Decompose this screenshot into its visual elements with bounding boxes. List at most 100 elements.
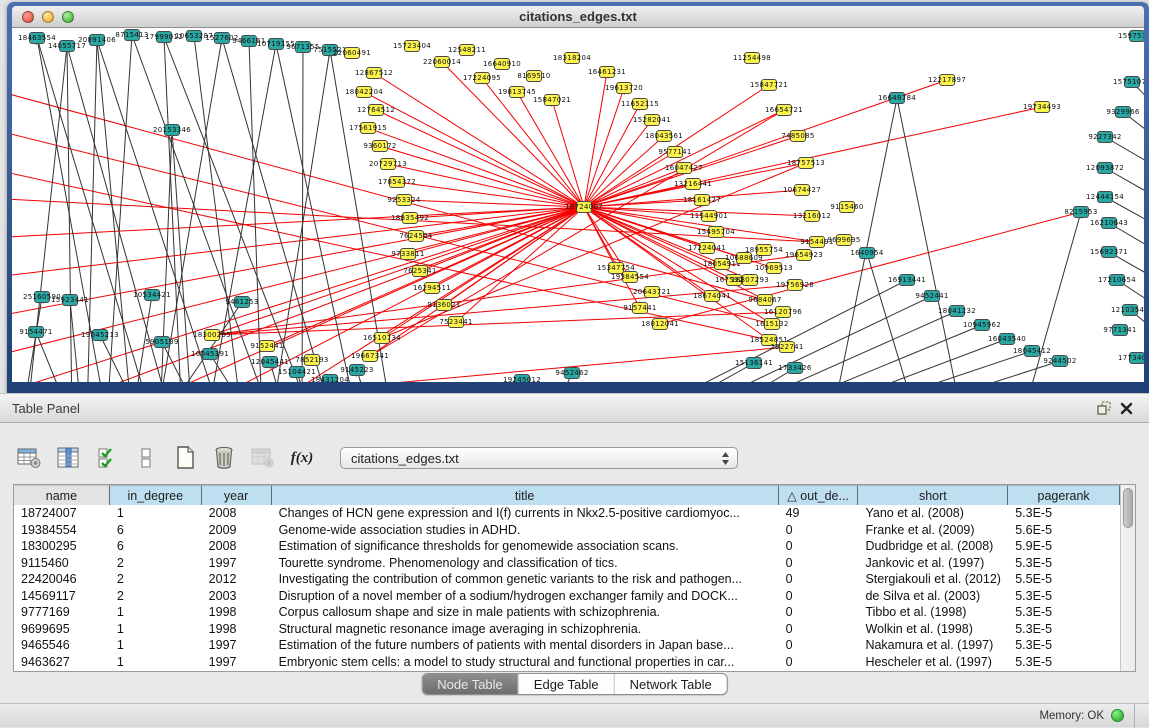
- table-cell[interactable]: 0: [779, 621, 859, 638]
- table-cell[interactable]: 0: [779, 555, 859, 572]
- graph-node[interactable]: 15136141: [746, 357, 762, 369]
- graph-node[interactable]: 18042204: [356, 86, 372, 98]
- table-mode-icon[interactable]: [16, 445, 42, 471]
- table-cell[interactable]: Changes of HCN gene expression and I(f) …: [272, 505, 779, 522]
- graph-node[interactable]: 20153346: [164, 124, 180, 136]
- table-cell[interactable]: 14569117: [14, 588, 110, 605]
- table-cell[interactable]: Jankovic et al. (1997): [858, 555, 1008, 572]
- graph-node[interactable]: 9136021: [436, 299, 452, 311]
- table-cell[interactable]: 1: [110, 621, 202, 638]
- graph-node[interactable]: 9115460: [839, 201, 855, 213]
- tab-edge-table[interactable]: Edge Table: [519, 674, 615, 694]
- table-cell[interactable]: 2: [110, 588, 202, 605]
- graph-node[interactable]: 22060491: [344, 47, 360, 59]
- graph-node[interactable]: 15692371: [1101, 246, 1117, 258]
- table-cell[interactable]: 9115460: [14, 555, 110, 572]
- graph-node[interactable]: 19613720: [616, 82, 632, 94]
- graph-edge[interactable]: [897, 98, 962, 382]
- graph-node[interactable]: 17999012: [156, 31, 172, 43]
- graph-edge[interactable]: [67, 46, 72, 382]
- graph-node[interactable]: 16640910: [494, 58, 510, 70]
- table-cell[interactable]: Stergiakouli et al. (2012): [858, 571, 1008, 588]
- table-cell[interactable]: 0: [779, 637, 859, 654]
- graph-node[interactable]: 12548211: [459, 44, 475, 56]
- graph-node[interactable]: 12093872: [1097, 162, 1113, 174]
- graph-node[interactable]: 13216012: [804, 210, 820, 222]
- table-cell[interactable]: Wolkin et al. (1998): [858, 621, 1008, 638]
- column-header-pagerank[interactable]: pagerank: [1008, 485, 1120, 505]
- table-row[interactable]: 969969511998Structural magnetic resonanc…: [14, 621, 1120, 638]
- graph-node[interactable]: 9699695: [836, 234, 852, 246]
- table-cell[interactable]: 5.6E-5: [1008, 522, 1120, 539]
- table-cell[interactable]: 22420046: [14, 571, 110, 588]
- graph-node[interactable]: 15751074: [1124, 76, 1140, 88]
- table-row[interactable]: 2242004622012Investigating the contribut…: [14, 571, 1120, 588]
- graph-node[interactable]: 20729713: [380, 158, 396, 170]
- graph-node[interactable]: 14055717: [59, 40, 75, 52]
- graph-node[interactable]: 18835492: [402, 212, 418, 224]
- graph-node[interactable]: 18318204: [564, 52, 580, 64]
- graph-node[interactable]: 20891406: [89, 34, 105, 46]
- table-cell[interactable]: 2: [110, 571, 202, 588]
- graph-edge[interactable]: [36, 332, 72, 382]
- table-cell[interactable]: 49: [779, 505, 859, 522]
- graph-node[interactable]: 19813745: [509, 86, 525, 98]
- table-cell[interactable]: 19384554: [14, 522, 110, 539]
- graph-node[interactable]: 10653287: [186, 30, 202, 42]
- table-row[interactable]: 911546021997Tourette syndrome. Phenomeno…: [14, 555, 1120, 572]
- graph-edge[interactable]: [100, 335, 142, 382]
- graph-node[interactable]: 11544901: [701, 210, 717, 222]
- graph-node[interactable]: 9452462: [564, 367, 580, 379]
- graph-node[interactable]: 16120796: [775, 306, 791, 318]
- table-cell[interactable]: 1: [110, 505, 202, 522]
- graph-node[interactable]: 17224041: [699, 242, 715, 254]
- graph-node[interactable]: 18807293: [742, 274, 758, 286]
- graph-node[interactable]: 1615132: [764, 318, 780, 330]
- graph-node[interactable]: 9360172: [372, 140, 388, 152]
- graph-node[interactable]: 12103544: [1122, 304, 1138, 316]
- table-cell[interactable]: 1997: [202, 555, 272, 572]
- graph-node[interactable]: 10688609: [736, 252, 752, 264]
- graph-node[interactable]: 8169510: [526, 70, 542, 82]
- graph-node[interactable]: 18300295: [204, 329, 220, 341]
- table-cell[interactable]: Investigating the contribution of common…: [272, 571, 779, 588]
- table-cell[interactable]: Corpus callosum shape and size in male p…: [272, 604, 779, 621]
- graph-node[interactable]: 9452441: [924, 290, 940, 302]
- graph-node[interactable]: 7625341: [412, 265, 428, 277]
- graph-node[interactable]: 8215953: [1073, 206, 1089, 218]
- table-cell[interactable]: 5.3E-5: [1008, 637, 1120, 654]
- table-cell[interactable]: Disruption of a novel member of a sodium…: [272, 588, 779, 605]
- graph-node[interactable]: 16047427: [676, 162, 692, 174]
- tab-node-table[interactable]: Node Table: [422, 674, 519, 694]
- table-cell[interactable]: 5.3E-5: [1008, 555, 1120, 572]
- graph-node[interactable]: 18724007: [576, 201, 592, 213]
- graph-node[interactable]: 18463554: [29, 32, 45, 44]
- table-cell[interactable]: Estimation of significance thresholds fo…: [272, 538, 779, 555]
- table-cell[interactable]: Estimation of the future numbers of pati…: [272, 637, 779, 654]
- column-header-short[interactable]: short: [858, 485, 1008, 505]
- table-row[interactable]: 1938455462009Genome-wide association stu…: [14, 522, 1120, 539]
- table-cell[interactable]: 5.5E-5: [1008, 571, 1120, 588]
- column-header-title[interactable]: title: [272, 485, 779, 505]
- graph-node[interactable]: 18041232: [949, 305, 965, 317]
- graph-node[interactable]: 17854372: [389, 176, 405, 188]
- graph-node[interactable]: 12764512: [368, 104, 384, 116]
- graph-edge[interactable]: [164, 37, 182, 382]
- graph-node[interactable]: 12045441: [262, 356, 278, 368]
- graph-node[interactable]: 15975341: [1129, 30, 1144, 42]
- table-cell[interactable]: 0: [779, 571, 859, 588]
- tab-network-table[interactable]: Network Table: [615, 674, 727, 694]
- table-cell[interactable]: 1: [110, 637, 202, 654]
- graph-node[interactable]: 7485085: [790, 130, 806, 142]
- table-cell[interactable]: 1998: [202, 604, 272, 621]
- graph-node[interactable]: 16043540: [999, 333, 1015, 345]
- table-cell[interactable]: 9699695: [14, 621, 110, 638]
- graph-node[interactable]: 9577141: [667, 146, 683, 158]
- graph-node[interactable]: 13216441: [685, 178, 701, 190]
- graph-node[interactable]: 9227342: [1097, 131, 1113, 143]
- table-cell[interactable]: 0: [779, 604, 859, 621]
- graph-node[interactable]: 15847721: [761, 79, 777, 91]
- graph-node[interactable]: 9329966: [1115, 106, 1131, 118]
- graph-node[interactable]: 9244502: [1052, 355, 1068, 367]
- graph-node[interactable]: 7852193: [304, 354, 320, 366]
